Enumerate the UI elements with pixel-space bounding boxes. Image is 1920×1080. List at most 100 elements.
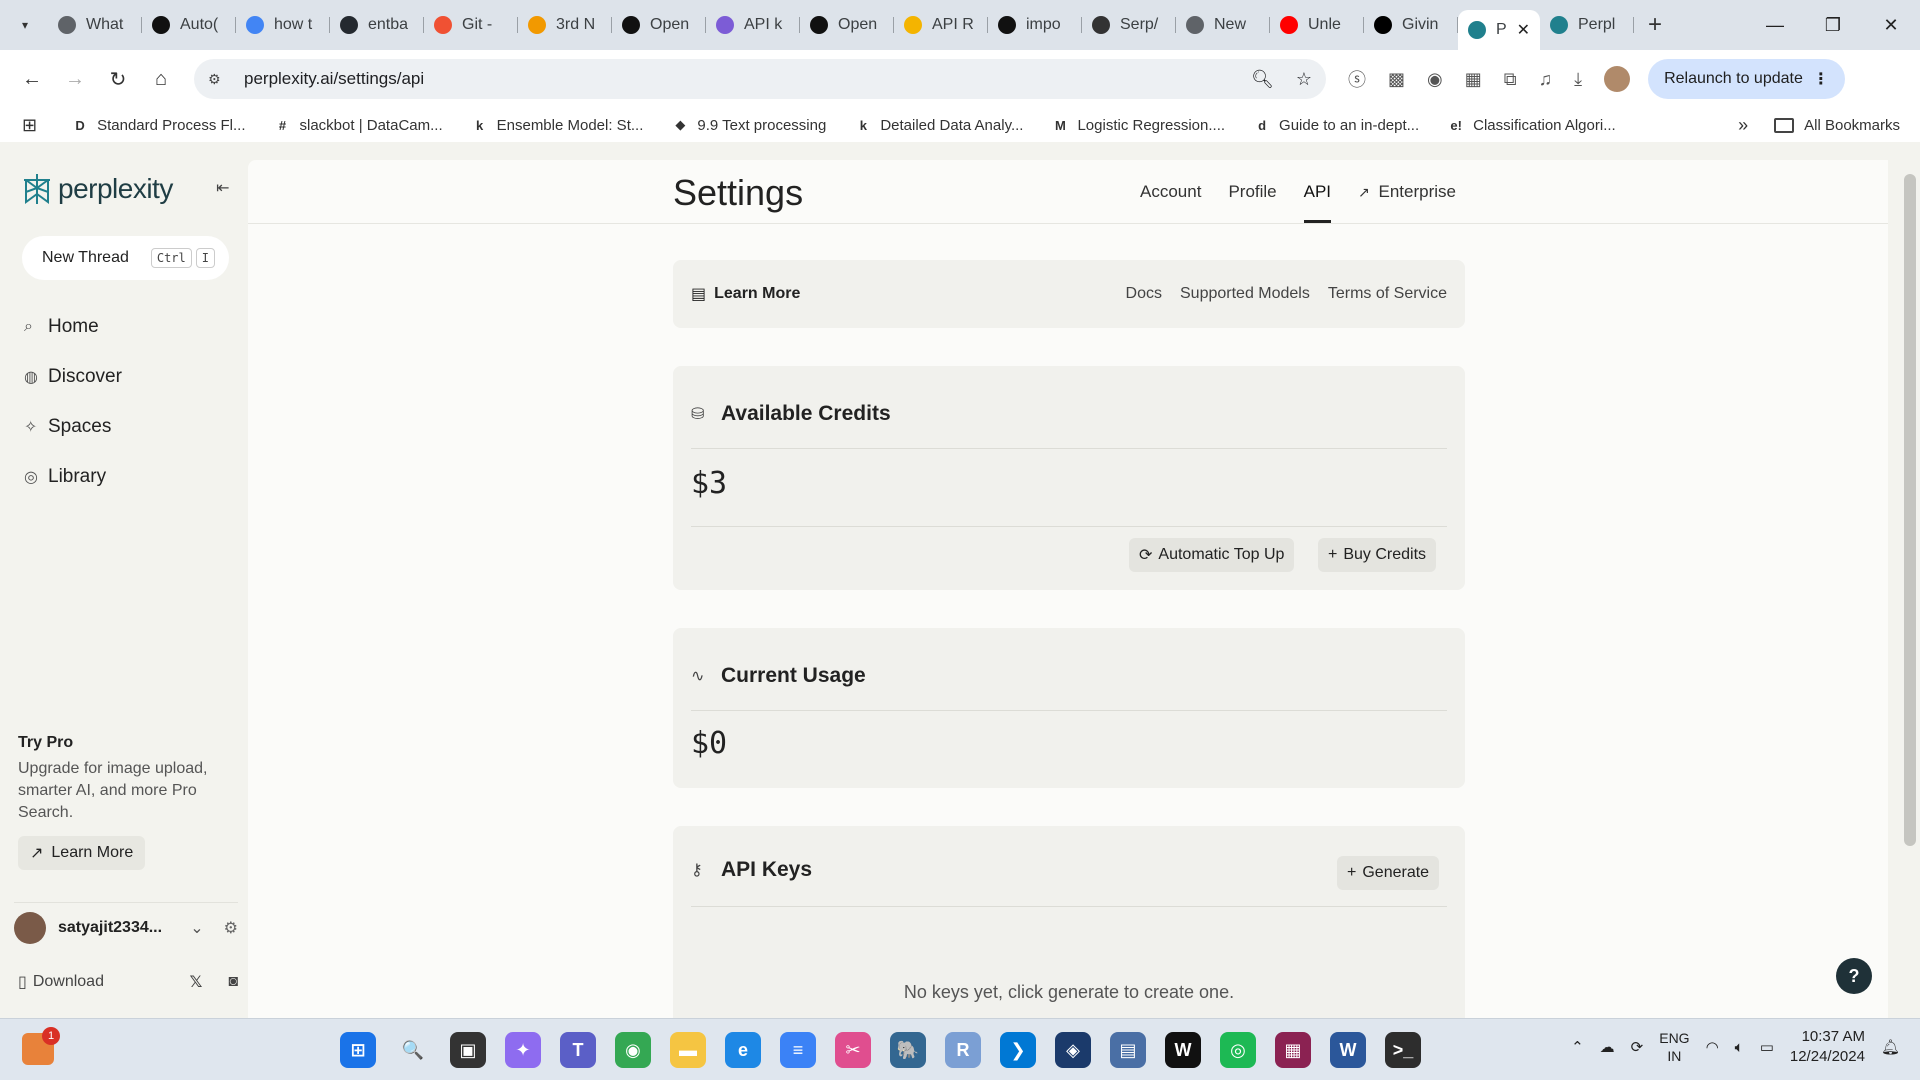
volume-icon[interactable]: 🔈︎	[1735, 1039, 1744, 1056]
browser-tab[interactable]: impo	[988, 7, 1082, 43]
wifi-icon[interactable]: ◠	[1706, 1038, 1719, 1056]
grammarly-extension-icon[interactable]: ◉	[1427, 69, 1443, 90]
browser-tab[interactable]: how t	[236, 7, 330, 43]
search-icon[interactable]: 🔍	[395, 1032, 431, 1068]
browser-tab[interactable]: Auto(	[142, 7, 236, 43]
weather-widget-icon[interactable]: 1	[22, 1027, 60, 1065]
close-window-icon[interactable]: ✕	[1862, 0, 1920, 50]
user-menu[interactable]: satyajit2334... ⌄ ⚙	[14, 902, 238, 946]
kebab-menu-icon[interactable]: ⋮	[1813, 69, 1829, 89]
scrollbar[interactable]	[1900, 160, 1920, 1018]
terms-of-service-link[interactable]: Terms of Service	[1328, 285, 1447, 303]
bookmark-item[interactable]: e! Classification Algori...	[1447, 116, 1615, 134]
bookmark-item[interactable]: k Detailed Data Analy...	[854, 116, 1024, 134]
home-icon[interactable]: ⌂	[141, 59, 181, 99]
extension-icon[interactable]: ▩	[1388, 69, 1405, 90]
more-bookmarks-icon[interactable]: »	[1738, 115, 1748, 136]
browser-tab[interactable]: Serp/	[1082, 7, 1176, 43]
new-thread-button[interactable]: New Thread Ctrl I	[22, 236, 229, 280]
sidebar-item-spaces[interactable]: ✧ Spaces	[24, 402, 122, 452]
docs-link[interactable]: Docs	[1126, 285, 1162, 303]
tab-api[interactable]: API	[1303, 182, 1332, 223]
browser-tab[interactable]: What	[48, 7, 142, 43]
browser-tab[interactable]: Open	[612, 7, 706, 43]
generate-key-button[interactable]: + Generate	[1337, 856, 1440, 890]
onedrive-icon[interactable]: ☁	[1600, 1038, 1615, 1056]
supported-models-link[interactable]: Supported Models	[1180, 285, 1310, 303]
browser-tab[interactable]: Perpl	[1540, 7, 1634, 43]
bookmark-item[interactable]: M Logistic Regression....	[1051, 116, 1225, 134]
skype-extension-icon[interactable]: ⓢ	[1348, 66, 1366, 92]
sync-icon[interactable]: ⟳	[1631, 1038, 1644, 1056]
file-explorer-icon[interactable]: ▬	[670, 1032, 706, 1068]
relaunch-button[interactable]: Relaunch to update ⋮	[1648, 59, 1845, 99]
gear-icon[interactable]: ⚙	[224, 918, 238, 938]
chevron-down-icon[interactable]: ⌄	[190, 918, 203, 938]
chevron-up-icon[interactable]: ⌃	[1571, 1038, 1584, 1056]
all-bookmarks[interactable]: All Bookmarks	[1774, 117, 1900, 134]
help-button[interactable]: ?	[1836, 958, 1872, 994]
tab-account[interactable]: Account	[1140, 182, 1201, 223]
media-control-icon[interactable]: ♫	[1539, 69, 1553, 90]
username[interactable]: satyajit2334...	[58, 919, 162, 937]
try-pro-learn-more-button[interactable]: ↗ Learn More	[18, 836, 146, 870]
puzzle-extensions-icon[interactable]: ⧉	[1504, 69, 1517, 90]
forward-icon[interactable]: →	[55, 59, 95, 99]
windows-start-icon[interactable]: ⊞	[340, 1032, 376, 1068]
close-tab-icon[interactable]: ✕	[1517, 20, 1530, 40]
bookmark-item[interactable]: # slackbot | DataCam...	[274, 116, 443, 134]
url-text[interactable]: perplexity.ai/settings/api	[244, 69, 424, 89]
browser-tab[interactable]: Unle	[1270, 7, 1364, 43]
scrollbar-thumb[interactable]	[1904, 174, 1916, 846]
task-view-icon[interactable]: ▣	[450, 1032, 486, 1068]
bookmark-item[interactable]: d Guide to an in-dept...	[1253, 116, 1419, 134]
copilot-icon[interactable]: ✦	[505, 1032, 541, 1068]
perplexity-logo[interactable]: perplexity	[22, 172, 173, 206]
download-icon[interactable]: ⤓	[1574, 69, 1582, 90]
vscode-icon[interactable]: ❯	[1000, 1032, 1036, 1068]
chat-icon[interactable]: ▤	[1110, 1032, 1146, 1068]
apps-grid-icon[interactable]: ⊞	[22, 115, 37, 136]
site-settings-icon[interactable]: ⚙	[208, 71, 234, 88]
buy-credits-button[interactable]: + Buy Credits	[1318, 538, 1437, 572]
bookmark-star-icon[interactable]: ☆	[1296, 69, 1312, 90]
sidebar-item-library[interactable]: ◎ Library	[24, 452, 122, 502]
edge-icon[interactable]: e	[725, 1032, 761, 1068]
webex-icon[interactable]: W	[1165, 1032, 1201, 1068]
browser-tab[interactable]: API k	[706, 7, 800, 43]
sidebar-item-discover[interactable]: ◍ Discover	[24, 352, 122, 402]
postgres-icon[interactable]: 🐘	[890, 1032, 926, 1068]
battery-icon[interactable]: ▭	[1760, 1038, 1774, 1056]
r-icon[interactable]: R	[945, 1032, 981, 1068]
clock[interactable]: 10:37 AM 12/24/2024	[1790, 1027, 1865, 1067]
avatar[interactable]	[14, 911, 46, 944]
browser-tab[interactable]: New	[1176, 7, 1270, 43]
minimize-icon[interactable]: —	[1746, 0, 1804, 50]
winrar-icon[interactable]: ▦	[1275, 1032, 1311, 1068]
word-icon[interactable]: W	[1330, 1032, 1366, 1068]
bookmark-item[interactable]: k Ensemble Model: St...	[471, 116, 643, 134]
profile-avatar[interactable]	[1604, 66, 1631, 92]
zoom-icon[interactable]: 🔍︎	[1251, 69, 1274, 90]
snipping-tool-icon[interactable]: ✂	[835, 1032, 871, 1068]
collapse-sidebar-icon[interactable]: ⇤	[216, 178, 229, 198]
netbeans-icon[interactable]: ◈	[1055, 1032, 1091, 1068]
bookmark-item[interactable]: ◆ 9.9 Text processing	[671, 116, 826, 134]
language-indicator[interactable]: ENG IN	[1659, 1029, 1689, 1065]
tab-profile[interactable]: Profile	[1228, 182, 1276, 223]
new-tab-button[interactable]: +	[1648, 11, 1662, 39]
terminal-icon[interactable]: >_	[1385, 1032, 1421, 1068]
automatic-top-up-button[interactable]: ⟳ Automatic Top Up	[1129, 538, 1295, 572]
back-icon[interactable]: ←	[12, 59, 52, 99]
sidebar-item-home[interactable]: ⌕ Home	[24, 302, 122, 352]
notepad-icon[interactable]: ≡	[780, 1032, 816, 1068]
browser-tab[interactable]: API R	[894, 7, 988, 43]
download-link[interactable]: Download	[33, 973, 104, 991]
reload-icon[interactable]: ↻	[98, 59, 138, 99]
browser-tab[interactable]: Givin	[1364, 7, 1458, 43]
x-twitter-icon[interactable]: 𝕏	[189, 972, 202, 992]
browser-tab[interactable]: Git -	[424, 7, 518, 43]
discord-icon[interactable]: ◙	[228, 973, 238, 991]
tab-enterprise[interactable]: ↗ Enterprise	[1358, 182, 1456, 223]
bookmark-item[interactable]: D Standard Process Fl...	[71, 116, 245, 134]
